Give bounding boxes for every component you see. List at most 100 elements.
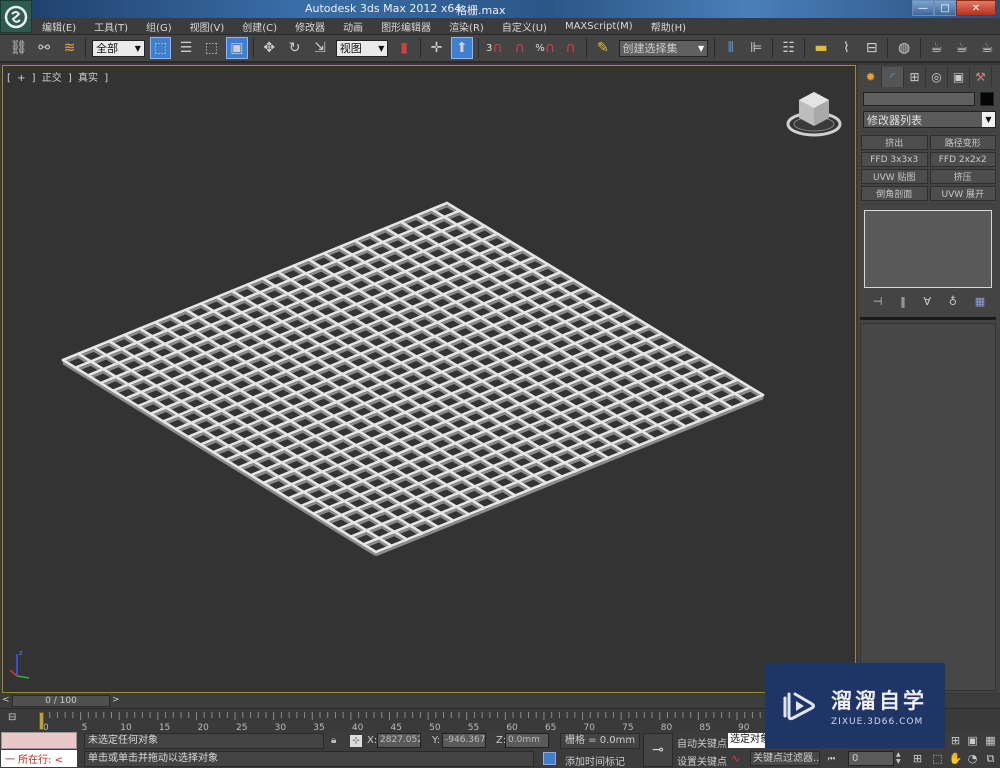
selection-set-dropdown[interactable]: 选定对象 [728, 733, 768, 748]
rectangular-selection-icon[interactable]: ⬚ [201, 37, 222, 59]
menu-edit[interactable]: 编辑(E) [42, 19, 76, 34]
x-coordinate-field[interactable]: 2827.052m [377, 733, 421, 748]
zoom-extents-icon[interactable]: ▣ [965, 733, 980, 748]
named-selection-dropdown[interactable]: 创建选择集 ▼ [618, 39, 709, 57]
layer-manager-icon[interactable]: ☷ [778, 37, 799, 59]
perspective-viewport[interactable]: [ + ] 正交 ] 真实 ] z [2, 65, 856, 693]
material-editor-icon[interactable]: ◍ [893, 37, 914, 59]
unwrap-uvw-button[interactable]: UVW 展开 [929, 186, 996, 201]
zoom-region-icon[interactable]: ⬚ [930, 751, 945, 766]
select-and-link-icon[interactable]: ⛓ [8, 37, 29, 59]
minimize-button[interactable]: — [912, 0, 934, 16]
curve-editor-mini-icon[interactable]: ⊟ [8, 712, 24, 728]
modifier-stack[interactable] [864, 210, 992, 288]
maxscript-line[interactable]: 一 所在行: < [1, 750, 77, 767]
viewport-view-type[interactable]: 正交 [42, 73, 62, 84]
select-and-move-icon[interactable]: ✥ [259, 37, 280, 59]
menu-group[interactable]: 组(G) [146, 19, 172, 34]
squeeze-button[interactable]: 挤压 [929, 169, 996, 184]
menu-modifiers[interactable]: 修改器 [295, 19, 325, 34]
object-name-field[interactable] [863, 92, 975, 106]
menu-customize[interactable]: 自定义(U) [502, 19, 547, 34]
render-setup-icon[interactable]: ☕ [926, 37, 947, 59]
time-slider-thumb[interactable]: 0 / 100 [12, 695, 110, 707]
align-icon[interactable]: ⊫ [746, 37, 767, 59]
motion-tab-icon[interactable]: ◎ [926, 67, 948, 87]
keyboard-shortcut-override-icon[interactable]: ⬆ [451, 37, 473, 59]
configure-modifier-sets-icon[interactable]: ▦ [975, 295, 985, 308]
set-key-icon[interactable]: ⊸ [643, 733, 673, 767]
select-object-icon[interactable]: ⬚ [149, 37, 172, 59]
key-filters-button[interactable]: 关键点过滤器... [750, 751, 820, 766]
utilities-tab-icon[interactable]: ⚒ [970, 67, 992, 87]
create-tab-icon[interactable]: ✹ [860, 67, 882, 87]
time-tag-icon[interactable] [543, 752, 556, 765]
menu-create[interactable]: 创建(C) [242, 19, 277, 34]
remove-modifier-icon[interactable]: ♁ [949, 295, 957, 308]
make-unique-icon[interactable]: ∀ [924, 295, 932, 308]
close-button[interactable]: ✕ [956, 0, 996, 16]
menu-graph-editors[interactable]: 图形编辑器 [381, 19, 431, 34]
reference-coord-dropdown[interactable]: 视图 ▼ [335, 39, 389, 57]
menu-help[interactable]: 帮助(H) [651, 19, 686, 34]
spinner-snap-icon[interactable]: ∩ [560, 37, 581, 59]
auto-key-button[interactable]: 自动关键点 [677, 735, 727, 750]
ffd-2x2x2-button[interactable]: FFD 2x2x2 [929, 152, 996, 167]
current-frame-marker[interactable] [39, 712, 44, 730]
percent-snap-icon[interactable]: % ∩ [534, 37, 555, 59]
bevel-profile-button[interactable]: 倒角剖面 [861, 186, 928, 201]
path-deform-button[interactable]: 路径变形 [929, 135, 996, 150]
grating-object[interactable] [3, 66, 857, 694]
zoom-extents-all-icon[interactable]: ▦ [983, 733, 998, 748]
manipulate-icon[interactable]: ✛ [426, 37, 447, 59]
select-by-name-icon[interactable]: ☰ [175, 37, 196, 59]
curve-editor-icon[interactable]: ⌇ [836, 37, 857, 59]
add-time-tag[interactable]: 添加时间标记 [565, 753, 625, 768]
zoom-all-icon[interactable]: ⊞ [948, 733, 963, 748]
prev-frame-button[interactable]: < [2, 695, 12, 707]
maximize-viewport-icon[interactable]: ⧉ [983, 751, 998, 766]
display-tab-icon[interactable]: ▣ [948, 67, 970, 87]
next-frame-button[interactable]: > [112, 695, 122, 707]
absolute-mode-icon[interactable]: ⊹ [350, 735, 362, 747]
snaps-toggle-icon[interactable]: 3 ∩ [484, 37, 505, 59]
current-frame-field[interactable]: 0 [848, 751, 894, 766]
angle-snap-icon[interactable]: ∩ [509, 37, 530, 59]
menu-tools[interactable]: 工具(T) [94, 19, 128, 34]
hierarchy-tab-icon[interactable]: ⊞ [904, 67, 926, 87]
edit-named-selection-icon[interactable]: ✎ [592, 37, 613, 59]
selection-lock-icon[interactable]: 🔒︎ [331, 735, 336, 746]
menu-rendering[interactable]: 渲染(R) [449, 19, 484, 34]
uvw-map-button[interactable]: UVW 贴图 [861, 169, 928, 184]
window-crossing-icon[interactable]: ▣ [226, 37, 248, 59]
rendered-frame-window-icon[interactable]: ☕ [951, 37, 972, 59]
maximize-button[interactable]: □ [934, 0, 956, 16]
menu-animation[interactable]: 动画 [343, 19, 363, 34]
render-production-icon[interactable]: ☕ [977, 37, 998, 59]
select-and-rotate-icon[interactable]: ↻ [284, 37, 305, 59]
viewport-label[interactable]: [ + ] 正交 ] 真实 ] [7, 69, 111, 84]
application-button[interactable] [0, 0, 32, 33]
viewport-plus-menu[interactable]: + [17, 73, 25, 84]
ffd-3x3x3-button[interactable]: FFD 3x3x3 [861, 152, 928, 167]
mirror-icon[interactable]: ⫴ [720, 37, 741, 59]
modify-tab-icon[interactable]: ◜ [882, 67, 904, 87]
schematic-view-icon[interactable]: ⊟ [861, 37, 882, 59]
pin-stack-icon[interactable]: ⊣ [873, 295, 883, 308]
y-coordinate-field[interactable]: -946.367m [442, 733, 486, 748]
pan-view-icon[interactable]: ✋ [948, 751, 963, 766]
extrude-button[interactable]: 挤出 [861, 135, 928, 150]
time-config-icon[interactable]: ⊞ [910, 751, 925, 766]
modifier-list-dropdown[interactable]: 修改器列表 ▼ [863, 111, 996, 128]
viewport-shading-mode[interactable]: 真实 [78, 73, 98, 84]
pivot-center-icon[interactable]: ▮ [393, 37, 414, 59]
set-key-button[interactable]: 设置关键点 [677, 753, 727, 768]
frame-spinner[interactable]: ▲ ▼ [896, 751, 904, 766]
menu-views[interactable]: 视图(V) [190, 19, 225, 34]
z-coordinate-field[interactable]: 0.0mm [505, 733, 549, 748]
object-color-swatch[interactable] [980, 92, 994, 106]
menu-maxscript[interactable]: MAXScript(M) [565, 21, 633, 32]
scene-explorer-icon[interactable]: ▬ [810, 37, 831, 59]
maxscript-listener-input[interactable] [1, 732, 77, 749]
viewcube-icon[interactable] [783, 88, 845, 140]
